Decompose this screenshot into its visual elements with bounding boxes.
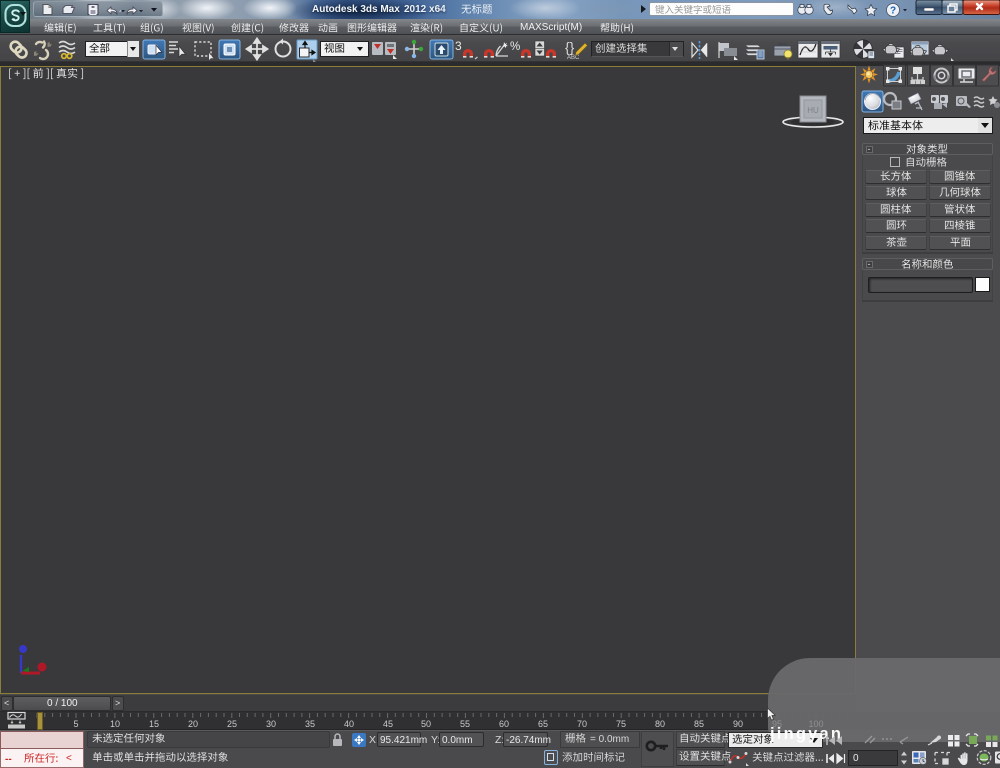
svg-text:{}: {} — [565, 39, 575, 55]
svg-text:100: 100 — [808, 719, 823, 729]
svg-text:3: 3 — [455, 39, 462, 53]
svg-text:HU: HU — [807, 106, 819, 115]
svg-text:%: % — [510, 41, 520, 53]
svg-text:?: ? — [890, 6, 896, 17]
svg-text:ABC: ABC — [567, 55, 580, 61]
